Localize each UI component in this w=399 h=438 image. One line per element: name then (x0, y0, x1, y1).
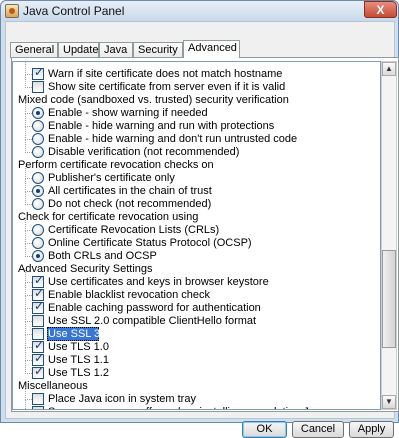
option-label: Disable verification (not recommended) (48, 146, 240, 158)
section-heading: Advanced Security Settings (13, 263, 380, 276)
option-label: Online Certificate Status Protocol (OCSP… (48, 237, 252, 249)
radio-button[interactable] (32, 172, 44, 184)
option-label: Use SSL 2.0 compatible ClientHello forma… (48, 315, 257, 327)
tree-connector-line (25, 152, 32, 153)
checkbox[interactable] (32, 393, 44, 405)
option-label: Enable blacklist revocation check (48, 289, 211, 301)
tree-connector-line (25, 191, 32, 192)
radio-button[interactable] (32, 120, 44, 132)
option-label: Use TLS 1.0 (48, 341, 109, 353)
option-label: Enable - hide warning and don't run untr… (48, 133, 298, 145)
section-title: Perform certificate revocation checks on (18, 159, 214, 171)
section-title: Mixed code (sandboxed vs. trusted) secur… (18, 94, 289, 106)
checkbox[interactable] (32, 81, 44, 93)
radio-button[interactable] (32, 146, 44, 158)
tree-connector-line (25, 113, 32, 114)
radio-button[interactable] (32, 185, 44, 197)
scroll-up-arrow-icon[interactable]: ▲ (382, 62, 396, 76)
section-heading: Miscellaneous (13, 380, 380, 393)
java-app-icon (5, 4, 19, 18)
radio-button[interactable] (32, 224, 44, 236)
option-label: All certificates in the chain of trust (48, 185, 212, 197)
tree-connector-line (25, 334, 32, 335)
radio-button[interactable] (32, 198, 44, 210)
option-label: Use TLS 1.2 (48, 367, 109, 379)
option-label: Enable - show warning if needed (48, 107, 208, 119)
title-bar: Java Control Panel X (1, 1, 398, 21)
section-heading: Perform certificate revocation checks on (13, 159, 380, 172)
tree-connector-line (25, 347, 32, 348)
tab-java[interactable]: Java (99, 42, 133, 58)
tab-general[interactable]: General (10, 42, 58, 58)
option-label: Both CRLs and OCSP (48, 250, 157, 262)
option-label: Use SSL 3.0 (48, 328, 110, 340)
tree-connector-line (25, 126, 32, 127)
checkbox[interactable] (32, 300, 44, 314)
apply-button[interactable]: Apply (349, 421, 394, 438)
option-label: Place Java icon in system tray (48, 393, 196, 405)
section-heading: Mixed code (sandboxed vs. trusted) secur… (13, 94, 380, 107)
tree-connector-line (25, 243, 32, 244)
ok-button[interactable]: OK (242, 421, 287, 438)
radio-button[interactable] (32, 133, 44, 145)
tree-connector-line (25, 282, 32, 283)
option-label: Use certificates and keys in browser key… (48, 276, 269, 288)
window-title: Java Control Panel (23, 4, 125, 18)
tree-connector-line (25, 178, 32, 179)
option-label: Enable caching password for authenticati… (48, 302, 261, 314)
dialog-panel: General Update Java Security Advanced Wa… (5, 21, 399, 438)
option-label: Show site certificate from server even i… (48, 81, 286, 93)
tree-connector-line (25, 230, 32, 231)
option-label: Use TLS 1.1 (48, 354, 109, 366)
checkbox[interactable] (32, 365, 44, 379)
tree-connector-line (25, 74, 32, 75)
option-label: Do not check (not recommended) (48, 198, 212, 210)
option-label: Publisher's certificate only (48, 172, 175, 184)
radio-button[interactable] (32, 107, 44, 119)
tree-connector-line (25, 139, 32, 140)
close-button[interactable]: X (364, 1, 397, 18)
option-label: Certificate Revocation Lists (CRLs) (48, 224, 220, 236)
radio-button[interactable] (32, 250, 44, 262)
checkbox[interactable] (32, 315, 44, 327)
option-label: Suppress sponsor offers when installing … (48, 406, 327, 409)
cancel-button[interactable]: Cancel (292, 421, 344, 438)
tree-connector-line (25, 204, 32, 205)
tree-connector-line (25, 295, 32, 296)
checkbox[interactable] (32, 66, 44, 80)
settings-tree: Warn if site certificate does not match … (12, 61, 381, 410)
tab-security[interactable]: Security (133, 42, 183, 58)
tree-connector-line (25, 399, 32, 400)
option-label: Enable - hide warning and run with prote… (48, 120, 275, 132)
tree-connector-line (25, 360, 32, 361)
tree-connector-line (25, 373, 32, 374)
tab-update[interactable]: Update (58, 42, 99, 58)
scroll-thumb[interactable] (382, 250, 396, 348)
vertical-scrollbar[interactable]: ▲ ▼ (381, 61, 397, 410)
tree-connector-line (25, 308, 32, 309)
tree-connector-line (25, 87, 32, 88)
tree-connector-line (25, 400, 26, 409)
tree-connector-line (25, 256, 32, 257)
scroll-down-arrow-icon[interactable]: ▼ (382, 395, 396, 409)
section-heading: Check for certificate revocation using (13, 211, 380, 224)
tree-connector-line (25, 321, 32, 322)
radio-button[interactable] (32, 237, 44, 249)
section-title: Miscellaneous (18, 380, 88, 392)
section-title: Check for certificate revocation using (18, 211, 199, 223)
option-label: Warn if site certificate does not match … (48, 68, 283, 80)
tab-advanced[interactable]: Advanced (183, 40, 240, 58)
checkbox[interactable] (32, 406, 44, 409)
java-control-panel-window: Java Control Panel X General Update Java… (0, 0, 399, 438)
